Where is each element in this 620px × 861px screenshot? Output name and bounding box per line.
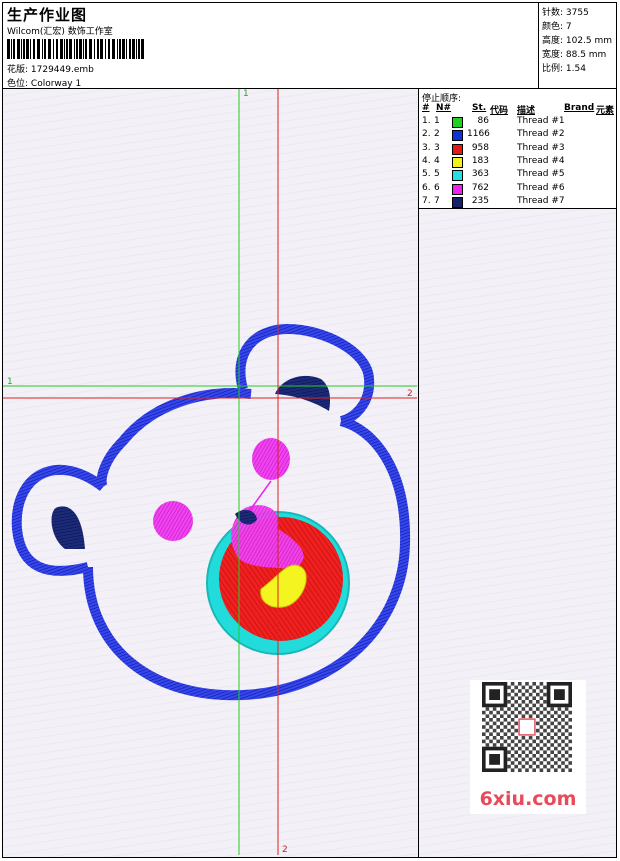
axis-label-v1: 1: [243, 89, 249, 99]
color-swatch: [452, 170, 463, 182]
color-swatch: [452, 117, 463, 128]
design-label: 花版:: [7, 65, 31, 75]
stat-width: 宽度: 88.5 mm: [542, 50, 607, 60]
design-file: 1729449.emb: [30, 65, 94, 75]
row-stitches: 86: [477, 116, 489, 126]
thread-legend: 停止顺序: # N# St. 代码 描述 Brand 元素 1. 1 86 Threa…: [419, 89, 616, 209]
color-swatch: [452, 143, 463, 155]
row-stitches: 235: [471, 195, 489, 206]
row-stitches: 958: [471, 142, 489, 153]
left-ear-inner: [51, 506, 85, 549]
row-desc: Thread #4: [517, 155, 565, 166]
row-stitches: 363: [471, 169, 489, 180]
legend-row: 1. 1 86 Thread #1: [422, 116, 614, 128]
header-desc: 描述: [517, 106, 536, 116]
row-num: 3.: [422, 142, 431, 153]
header-num: #: [422, 103, 430, 113]
bear-head-outline: [11, 323, 411, 701]
row-num: 1.: [422, 116, 431, 126]
design-preview: 1 1 2 2: [3, 89, 419, 857]
axis-label-h1: 1: [7, 377, 13, 387]
row-num: 6.: [422, 182, 431, 193]
right-ear-inner: [275, 375, 331, 411]
legend-row: 6. 6 762 Thread #6: [422, 183, 614, 195]
axis-label-v2: 2: [282, 845, 288, 855]
watermark-logo: 6xiu.com: [479, 788, 577, 810]
stat-height: 高度: 102.5 mm: [542, 36, 613, 46]
embroidery-design: [3, 89, 417, 855]
header-needle: N#: [436, 103, 452, 113]
row-needle: 2: [434, 129, 440, 140]
color-swatch: [452, 130, 463, 142]
legend-row: 7. 7 235 Thread #7: [422, 196, 614, 208]
stat-stitches: 针数: 3755: [542, 8, 589, 18]
row-num: 7.: [422, 195, 431, 206]
color-swatch: [452, 183, 463, 195]
row-needle: 4: [434, 155, 440, 166]
stat-scale: 比例: 1.54: [542, 64, 586, 74]
qr-code-icon: [482, 682, 572, 772]
right-eye: [252, 438, 290, 480]
axis-label-h2: 2: [407, 389, 413, 399]
row-stitches: 1166: [467, 129, 490, 140]
row-num: 5.: [422, 169, 431, 180]
row-stitches: 183: [471, 155, 489, 166]
header-code: 代码: [490, 106, 509, 116]
header-element: 元素: [596, 106, 615, 116]
sheet-header: 生产作业图 Wilcom(汇宏) 数饰工作室 花版: 1729449.emb 色…: [3, 3, 616, 89]
row-num: 2.: [422, 129, 431, 140]
row-needle: 7: [434, 195, 440, 206]
color-swatch: [452, 156, 463, 168]
stats-panel: 针数: 3755 颜色: 7 高度: 102.5 mm 宽度: 88.5 mm …: [538, 3, 616, 89]
left-eye: [153, 501, 193, 541]
legend-row: 2. 2 1166 Thread #2: [422, 129, 614, 142]
legend-header-row: # N# St. 代码 描述 Brand 元素: [422, 103, 615, 116]
row-desc: Thread #7: [517, 195, 565, 206]
header-brand: Brand: [564, 103, 595, 113]
company-name: Wilcom(汇宏) 数饰工作室: [7, 27, 113, 37]
header-stitches: St.: [472, 103, 487, 113]
legend-row: 3. 3 958 Thread #3: [422, 143, 614, 155]
legend-row: 4. 4 183 Thread #4: [422, 156, 614, 168]
colorway-label: 色位:: [7, 79, 31, 89]
row-needle: 1: [434, 116, 440, 126]
row-needle: 3: [434, 142, 440, 153]
colorway-line: 色位: Colorway 1: [7, 76, 81, 89]
stat-colors: 颜色: 7: [542, 22, 572, 32]
row-desc: Thread #1: [517, 116, 565, 126]
row-needle: 6: [434, 182, 440, 193]
legend-row: 5. 5 363 Thread #5: [422, 169, 614, 182]
row-num: 4.: [422, 155, 431, 166]
row-needle: 5: [434, 169, 440, 180]
row-desc: Thread #5: [517, 169, 565, 180]
row-desc: Thread #6: [517, 182, 565, 193]
row-desc: Thread #3: [517, 142, 565, 153]
design-file-line: 花版: 1729449.emb: [7, 62, 94, 75]
row-desc: Thread #2: [517, 129, 565, 140]
row-stitches: 762: [471, 182, 489, 193]
barcode-icon: [7, 39, 144, 59]
colorway-name: Colorway 1: [30, 79, 82, 89]
color-swatch: [452, 196, 463, 208]
page-title: 生产作业图: [7, 6, 88, 24]
